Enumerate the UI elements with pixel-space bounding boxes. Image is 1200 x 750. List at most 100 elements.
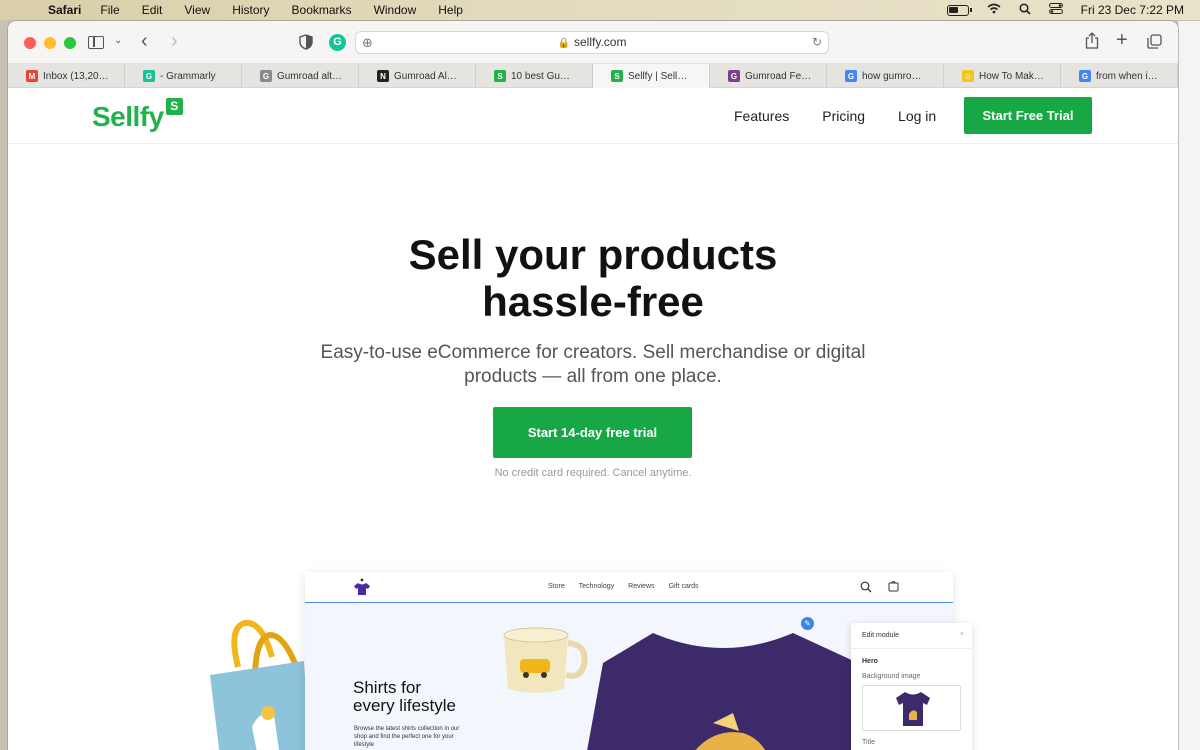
site-header: Sellfy S Features Pricing Log in Start F… [8,88,1178,144]
edit-panel-header: Edit module × [851,623,972,649]
grammarly-extension-icon[interactable]: G [329,34,346,51]
mockup-cart-icon [888,581,899,592]
browser-tab[interactable]: Ghow gumro… [827,64,944,88]
smiley-icon: ☺ [962,70,974,82]
tab-label: 10 best Gu… [511,70,570,82]
privacy-shield-icon[interactable] [299,34,313,50]
menu-window[interactable]: Window [374,3,417,17]
mockup-nav: Store Technology Reviews Gift cards [305,572,953,602]
hero-subtitle-line-1: Easy-to-use eCommerce for creators. Sell… [320,342,866,363]
mockup-search-icon [860,581,872,593]
menu-file[interactable]: File [100,3,119,17]
back-arrow-icon[interactable]: ‹ [141,30,148,53]
tab-label: Inbox (13,20… [43,70,109,82]
tab-overview-icon[interactable] [1147,34,1162,54]
menu-bookmarks[interactable]: Bookmarks [292,3,352,17]
edit-module-panel: Edit module × Hero Background image Titl… [851,623,972,750]
reload-icon[interactable]: ↻ [812,32,822,53]
title-field-label: Title [862,739,875,746]
control-center-icon[interactable] [1048,3,1063,17]
add-bookmark-icon[interactable]: ⊕ [362,32,373,53]
mockup-nav-store: Store [548,583,565,590]
no-credit-card-note: No credit card required. Cancel anytime. [494,467,692,479]
chevron-down-icon[interactable]: ⌄ [114,35,122,46]
battery-icon[interactable] [946,4,972,16]
clock-datetime[interactable]: Fri 23 Dec 7:22 PM [1081,3,1184,17]
browser-tab[interactable]: ☺ How To Mak… [944,64,1061,88]
new-tab-plus-icon[interactable]: + [1116,29,1128,52]
browser-tab[interactable]: S 10 best Gu… [476,64,593,88]
mockup-nav-reviews: Reviews [628,583,655,590]
google-icon: G [845,70,857,82]
tab-label: from when i… [1096,70,1158,82]
browser-tab[interactable]: Gfrom when i… [1061,64,1178,88]
browser-tab[interactable]: G Gumroad Fe… [710,64,827,88]
share-icon[interactable] [1085,32,1099,54]
menu-view[interactable]: View [184,3,210,17]
notion-icon: N [377,70,389,82]
camping-mug-illustration [503,627,588,693]
start-free-trial-button[interactable]: Start Free Trial [964,97,1092,134]
forward-arrow-icon[interactable]: › [171,30,178,53]
nav-features[interactable]: Features [734,108,789,124]
edit-pencil-icon[interactable]: ✎ [801,617,814,630]
tab-label: Sellfy | Sell… [628,70,688,82]
browser-tab[interactable]: G Gumroad alt… [242,64,359,88]
main-nav: Features Pricing Log in [734,108,969,124]
wifi-icon[interactable] [987,3,1001,17]
tab-bar: M Inbox (13,20… G - Grammarly G Gumroad alt… N… [8,64,1178,88]
close-window-button[interactable] [24,37,36,49]
window-controls [24,37,84,49]
background-image-thumbnail[interactable] [862,685,961,731]
start-14-day-trial-button[interactable]: Start 14-day free trial [493,407,692,458]
mockup-nav-gift-cards: Gift cards [668,583,699,590]
gmail-icon: M [26,70,38,82]
tshirt-logo-icon [354,578,370,595]
purple-tshirt-illustration [587,633,862,750]
sellfy-icon: S [494,70,506,82]
address-bar[interactable]: ⊕ 🔒 sellfy.com ↻ [355,31,829,54]
menu-app-name[interactable]: Safari [48,3,81,17]
hero-subtitle-line-2: products — all from one place. [464,366,722,387]
hero-title-line-2: hassle-free [482,278,704,325]
tab-label: Gumroad Fe… [745,70,812,82]
tote-bag-illustration [210,619,310,750]
sellfy-logo[interactable]: Sellfy S [92,98,183,133]
grammarly-icon: G [143,70,155,82]
browser-tab[interactable]: G - Grammarly [125,64,242,88]
close-icon[interactable]: × [960,631,964,638]
mockup-nav-technology: Technology [578,583,615,590]
safari-window: ⌄ ‹ › G ⊕ 🔒 sellfy.com ↻ + M Inbox (13,20…… [8,21,1178,750]
minimize-window-button[interactable] [44,37,56,49]
gumroad-g-icon: G [260,70,272,82]
google-icon: G [1079,70,1091,82]
mockup-title-line-1: Shirts for [353,678,422,697]
browser-tab[interactable]: S Sellfy | Sell… [593,64,710,88]
hero-title-line-1: Sell your products [408,231,778,278]
tab-label: how gumro… [862,70,922,82]
hero-subtitle: Easy-to-use eCommerce for creators. Sell… [293,341,893,389]
nav-login[interactable]: Log in [898,108,936,124]
zoom-window-button[interactable] [64,37,76,49]
menu-history[interactable]: History [232,3,269,17]
tab-label: - Grammarly [160,70,216,82]
menu-help[interactable]: Help [438,3,463,17]
browser-tab[interactable]: M Inbox (13,20… [8,64,125,88]
background-window-edge [1178,21,1200,750]
edit-panel-title: Edit module [862,632,899,639]
browser-tab[interactable]: N Gumroad Al… [359,64,476,88]
tab-label: Gumroad Al… [394,70,457,82]
gumroad-icon: G [728,70,740,82]
thumbnail-tshirt-icon [896,692,930,726]
macos-menu-bar: Safari File Edit View History Bookmarks … [0,0,1200,20]
nav-pricing[interactable]: Pricing [822,108,865,124]
background-image-label: Background image [862,673,921,680]
spotlight-search-icon[interactable] [1019,2,1031,18]
menu-edit[interactable]: Edit [142,3,163,17]
sidebar-toggle-icon[interactable] [88,36,104,49]
mockup-hero-body: Browse the latest shirts collection in o… [354,726,460,748]
lock-icon: 🔒 [557,38,570,49]
mockup-title-line-2: every lifestyle [353,696,456,715]
url-text: sellfy.com [574,35,627,49]
tab-label: Gumroad alt… [277,70,343,82]
